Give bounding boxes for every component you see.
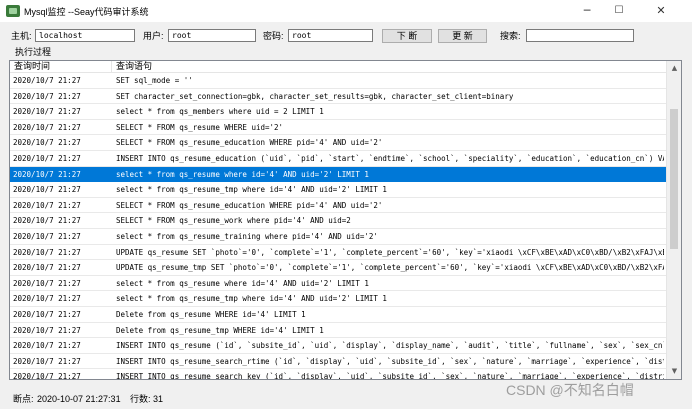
query-statement-cell: SET character_set_connection=gbk, charac… xyxy=(116,91,514,101)
query-time-cell: 2020/10/7 21:27 xyxy=(13,325,81,335)
query-statement-cell: INSERT INTO qs_resume_education (`uid`, … xyxy=(116,153,664,163)
query-time-cell: 2020/10/7 21:27 xyxy=(13,200,81,210)
query-log-table[interactable]: 查询时间 查询语句 2020/10/7 21:27 SET sql_mode = … xyxy=(9,60,682,380)
query-time-cell: 2020/10/7 21:27 xyxy=(13,138,81,148)
maximize-button[interactable]: ☐ xyxy=(602,0,636,22)
query-time-cell: 2020/10/7 21:27 xyxy=(13,356,81,366)
table-row[interactable]: 2020/10/7 21:27 INSERT INTO qs_resume_sea… xyxy=(10,354,666,370)
watermark: CSDN @不知名白帽 xyxy=(506,382,634,398)
query-time-cell: 2020/10/7 21:27 xyxy=(13,309,81,319)
query-time-cell: 2020/10/7 21:27 xyxy=(13,216,81,226)
breakpoint-value: 2020-10-07 21:27:31 xyxy=(37,394,121,404)
query-statement-cell: SELECT * FROM qs_resume_education WHERE … xyxy=(116,200,383,210)
query-statement-cell: select * from qs_resume_tmp where id='4'… xyxy=(116,294,387,304)
query-time-cell: 2020/10/7 21:27 xyxy=(13,76,81,85)
break-button[interactable]: 下 断 xyxy=(382,29,432,43)
query-statement-cell: UPDATE qs_resume SET `photo`='0', `compl… xyxy=(116,247,664,257)
query-statement-cell: select * from qs_resume_tmp where id='4'… xyxy=(116,185,387,195)
password-label: 密码: xyxy=(263,31,284,41)
window-title: Mysql监控 --Seay代码审计系统 xyxy=(24,7,149,17)
query-time-cell: 2020/10/7 21:27 xyxy=(13,372,81,380)
table-row[interactable]: 2020/10/7 21:27 SET character_set_connect… xyxy=(10,89,666,105)
query-time-cell: 2020/10/7 21:27 xyxy=(13,169,81,179)
query-time-cell: 2020/10/7 21:27 xyxy=(13,153,81,163)
query-statement-cell: INSERT INTO qs_resume_search_rtime (`id`… xyxy=(116,356,664,366)
query-time-cell: 2020/10/7 21:27 xyxy=(13,294,81,304)
query-time-cell: 2020/10/7 21:27 xyxy=(13,341,81,351)
query-statement-cell: select * from qs_members where uid = 2 L… xyxy=(116,107,324,117)
scroll-thumb[interactable] xyxy=(670,109,678,249)
query-statement-cell: SELECT * FROM qs_resume_education WHERE … xyxy=(116,138,383,148)
vertical-scrollbar[interactable]: ▲ ▼ xyxy=(666,61,681,379)
table-header: 查询时间 查询语句 xyxy=(10,61,666,73)
table-body: 2020/10/7 21:27 SET sql_mode = '' 2020/10/… xyxy=(10,73,666,380)
query-statement-cell: select * from qs_resume where id='4' AND… xyxy=(116,278,369,288)
table-row[interactable]: 2020/10/7 21:27 select * from qs_resume_t… xyxy=(10,229,666,245)
query-statement-cell: SELECT * FROM qs_resume_work where pid='… xyxy=(116,216,351,226)
table-row[interactable]: 2020/10/7 21:27 UPDATE qs_resume SET `pho… xyxy=(10,245,666,261)
column-header-time[interactable]: 查询时间 xyxy=(10,61,112,72)
breakpoint-label: 断点: xyxy=(13,394,34,404)
query-statement-cell: INSERT INTO qs_resume (`id`, `subsite_id… xyxy=(116,341,664,351)
query-time-cell: 2020/10/7 21:27 xyxy=(13,185,81,195)
query-statement-cell: UPDATE qs_resume_tmp SET `photo`='0', `c… xyxy=(116,263,664,273)
user-label: 用户: xyxy=(143,31,164,41)
search-input[interactable] xyxy=(526,29,634,42)
query-time-cell: 2020/10/7 21:27 xyxy=(13,122,81,132)
row-count-value: 31 xyxy=(153,394,164,404)
table-row[interactable]: 2020/10/7 21:27 select * from qs_resume w… xyxy=(10,166,666,183)
table-row[interactable]: 2020/10/7 21:27 select * from qs_resume w… xyxy=(10,276,666,292)
query-statement-cell: SELECT * FROM qs_resume WHERE uid='2' xyxy=(116,122,284,132)
table-row[interactable]: 2020/10/7 21:27 SELECT * FROM qs_resume W… xyxy=(10,120,666,136)
table-row[interactable]: 2020/10/7 21:27 INSERT INTO qs_resume_sea… xyxy=(10,369,666,380)
query-time-cell: 2020/10/7 21:27 xyxy=(13,263,81,273)
host-input[interactable]: localhost xyxy=(35,29,135,42)
table-row[interactable]: 2020/10/7 21:27 SELECT * FROM qs_resume_e… xyxy=(10,198,666,214)
query-statement-cell: select * from qs_resume where id='4' AND… xyxy=(116,169,369,179)
table-row[interactable]: 2020/10/7 21:27 Delete from qs_resume_tmp… xyxy=(10,323,666,339)
query-time-cell: 2020/10/7 21:27 xyxy=(13,231,81,241)
table-row[interactable]: 2020/10/7 21:27 SET sql_mode = '' xyxy=(10,73,666,89)
password-input[interactable]: root xyxy=(288,29,373,42)
close-button[interactable]: ✕ xyxy=(644,0,678,22)
table-row[interactable]: 2020/10/7 21:27 select * from qs_resume_t… xyxy=(10,182,666,198)
query-statement-cell: Delete from qs_resume WHERE id='4' LIMIT… xyxy=(116,309,306,319)
query-time-cell: 2020/10/7 21:27 xyxy=(13,91,81,101)
app-icon xyxy=(6,5,20,17)
execution-log-label: 执行过程 xyxy=(15,47,52,57)
title-bar: Mysql监控 --Seay代码审计系统 ─ ☐ ✕ xyxy=(0,0,692,22)
query-time-cell: 2020/10/7 21:27 xyxy=(13,247,81,257)
row-count-label: 行数: xyxy=(130,394,151,404)
query-statement-cell: SET sql_mode = '' xyxy=(116,76,193,85)
column-header-statement[interactable]: 查询语句 xyxy=(112,61,666,72)
table-row[interactable]: 2020/10/7 21:27 INSERT INTO qs_resume (`i… xyxy=(10,338,666,354)
search-label: 搜索: xyxy=(500,31,521,41)
table-row[interactable]: 2020/10/7 21:27 UPDATE qs_resume_tmp SET … xyxy=(10,260,666,276)
scroll-up-icon[interactable]: ▲ xyxy=(667,61,681,76)
table-row[interactable]: 2020/10/7 21:27 select * from qs_members … xyxy=(10,104,666,120)
user-input[interactable]: root xyxy=(168,29,256,42)
table-row[interactable]: 2020/10/7 21:27 SELECT * FROM qs_resume_w… xyxy=(10,213,666,229)
update-button[interactable]: 更 新 xyxy=(438,29,487,43)
minimize-button[interactable]: ─ xyxy=(570,0,604,22)
table-row[interactable]: 2020/10/7 21:27 Delete from qs_resume WHE… xyxy=(10,307,666,323)
query-statement-cell: INSERT INTO qs_resume_search_key (`id`, … xyxy=(116,372,664,380)
table-row[interactable]: 2020/10/7 21:27 select * from qs_resume_t… xyxy=(10,291,666,307)
scroll-down-icon[interactable]: ▼ xyxy=(667,364,681,379)
query-time-cell: 2020/10/7 21:27 xyxy=(13,278,81,288)
table-row[interactable]: 2020/10/7 21:27 INSERT INTO qs_resume_edu… xyxy=(10,151,666,167)
table-row[interactable]: 2020/10/7 21:27 SELECT * FROM qs_resume_e… xyxy=(10,135,666,151)
host-label: 主机: xyxy=(11,31,32,41)
query-time-cell: 2020/10/7 21:27 xyxy=(13,107,81,117)
query-statement-cell: select * from qs_resume_training where p… xyxy=(116,231,378,241)
query-statement-cell: Delete from qs_resume_tmp WHERE id='4' L… xyxy=(116,325,324,335)
